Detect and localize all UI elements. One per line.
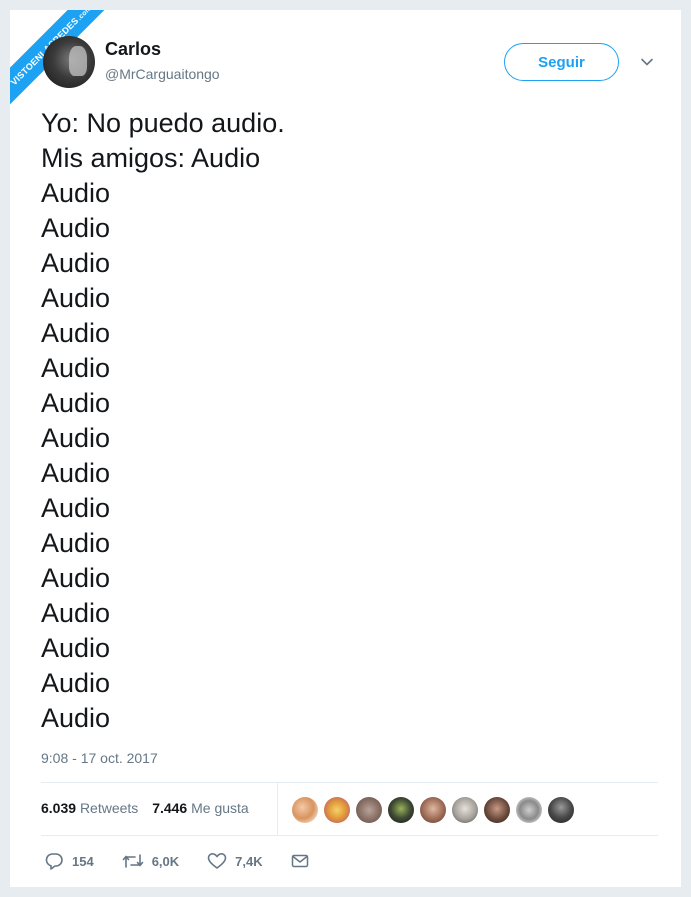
- user-name[interactable]: Carlos: [105, 39, 161, 60]
- tweet-actions: 154 6,0K 7,4K: [44, 852, 345, 870]
- user-handle[interactable]: @MrCarguaitongo: [105, 66, 220, 82]
- stats-separator: [277, 783, 278, 835]
- reply-button[interactable]: 154: [44, 852, 94, 870]
- liker-avatar[interactable]: [356, 797, 382, 823]
- tweet-line: Audio: [41, 598, 111, 628]
- tweet-line: Audio: [41, 563, 111, 593]
- like-count: 7,4K: [235, 853, 263, 869]
- tweet-line: Audio: [41, 458, 111, 488]
- tweet-card: VISTOENLASREDES.com Carlos @MrCarguaiton…: [10, 10, 681, 887]
- follow-button[interactable]: Seguir: [504, 43, 619, 81]
- tweet-timestamp[interactable]: 9:08 - 17 oct. 2017: [41, 750, 158, 766]
- likes-stat[interactable]: 7.446 Me gusta: [152, 800, 249, 816]
- divider: [41, 782, 658, 783]
- liker-avatar[interactable]: [484, 797, 510, 823]
- tweet-line: Audio: [41, 388, 111, 418]
- envelope-icon: [291, 854, 308, 868]
- tweet-line: Audio: [41, 178, 111, 208]
- tweet-line: Mis amigos: Audio: [41, 143, 261, 173]
- tweet-line: Audio: [41, 318, 111, 348]
- reply-icon: [45, 853, 63, 870]
- direct-message-button[interactable]: [291, 853, 317, 869]
- reply-count: 154: [72, 853, 94, 869]
- liker-avatar[interactable]: [324, 797, 350, 823]
- liker-avatar[interactable]: [452, 797, 478, 823]
- tweet-line: Audio: [41, 213, 111, 243]
- engagement-stats: 6.039 Retweets 7.446 Me gusta: [41, 800, 259, 816]
- retweet-button[interactable]: 6,0K: [122, 852, 179, 870]
- chevron-down-icon[interactable]: [639, 54, 655, 70]
- tweet-line: Audio: [41, 283, 111, 313]
- liker-avatar[interactable]: [516, 797, 542, 823]
- tweet-line: Audio: [41, 528, 111, 558]
- liker-avatar[interactable]: [388, 797, 414, 823]
- retweet-icon: [122, 854, 144, 868]
- tweet-line: Audio: [41, 353, 111, 383]
- like-button[interactable]: 7,4K: [207, 852, 263, 870]
- retweets-count: 6.039: [41, 800, 77, 816]
- avatar[interactable]: [43, 36, 95, 88]
- tweet-line: Audio: [41, 493, 111, 523]
- tweet-line: Audio: [41, 703, 111, 733]
- tweet-line: Audio: [41, 248, 111, 278]
- heart-icon: [207, 853, 227, 869]
- liker-avatar[interactable]: [420, 797, 446, 823]
- tweet-line: Audio: [41, 633, 111, 663]
- retweets-stat[interactable]: 6.039 Retweets: [41, 800, 138, 816]
- tweet-text: Yo: No puedo audio. Mis amigos: Audio Au…: [41, 106, 661, 736]
- tweet-line: Audio: [41, 668, 111, 698]
- likes-label: Me gusta: [191, 800, 249, 816]
- tweet-line: Audio: [41, 423, 111, 453]
- liker-avatar[interactable]: [292, 797, 318, 823]
- tweet-line: Yo: No puedo audio.: [41, 108, 285, 138]
- retweets-label: Retweets: [79, 800, 139, 816]
- divider: [41, 835, 658, 836]
- likes-count: 7.446: [152, 800, 188, 816]
- liker-avatars: [292, 797, 580, 823]
- liker-avatar[interactable]: [548, 797, 574, 823]
- retweet-count: 6,0K: [151, 853, 180, 869]
